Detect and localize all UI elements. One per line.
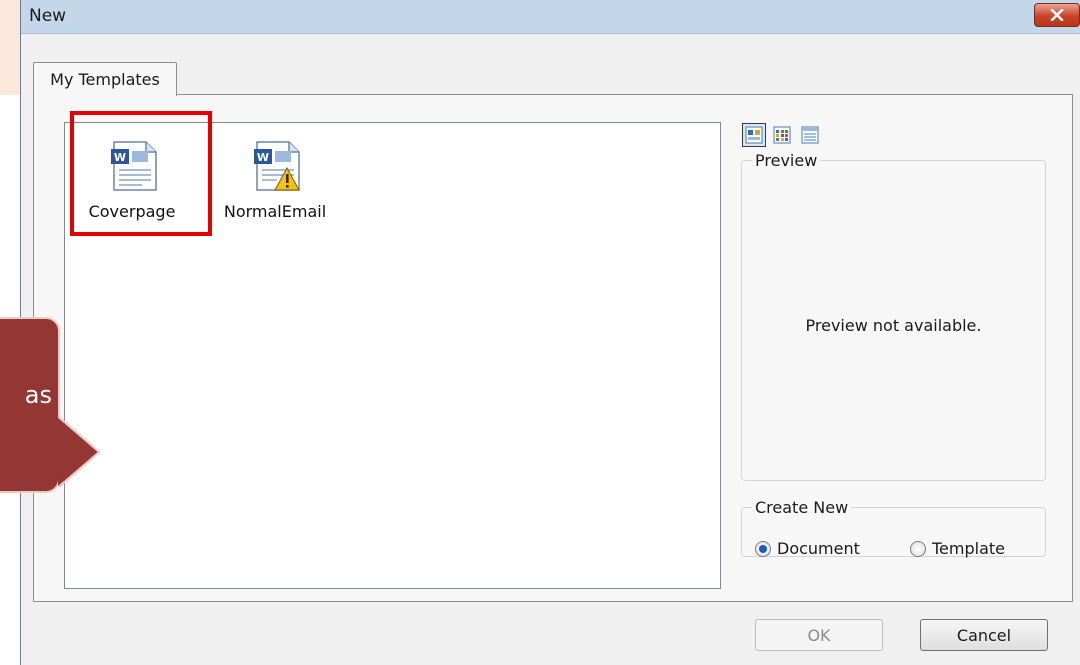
template-item-normalemail[interactable]: W NormalEmail — [215, 128, 335, 228]
callout-pointer — [58, 416, 101, 488]
document-radio[interactable] — [755, 540, 771, 557]
callout-text: as — [24, 381, 52, 409]
template-item-coverpage[interactable]: W Coverpage — [70, 111, 212, 236]
selection-highlight — [70, 111, 212, 236]
template-list[interactable]: W Coverpage W NormalEmail — [64, 111, 721, 589]
ok-button[interactable]: OK — [755, 619, 883, 651]
dialog-titlebar[interactable]: New — [21, 0, 1080, 34]
template-radio-label: Template — [932, 539, 1006, 558]
details-view-button[interactable] — [798, 123, 822, 147]
details-view-icon — [801, 126, 819, 144]
list-view-button[interactable] — [770, 123, 794, 147]
close-icon — [1050, 9, 1064, 21]
template-label: NormalEmail — [223, 202, 327, 221]
word-email-template-icon: W — [254, 141, 300, 191]
dialog-body: My Templates W Coverpage W NormalEmail P… — [21, 34, 1080, 665]
document-radio-label: Document — [777, 539, 860, 558]
preview-group: Preview Preview not available. — [741, 151, 1046, 481]
large-icons-view-icon — [745, 126, 763, 144]
create-new-group: Create New Document Template — [741, 498, 1046, 558]
document-radio-option[interactable]: Document — [755, 539, 860, 558]
template-radio[interactable] — [910, 540, 926, 557]
callout-box: as — [0, 317, 60, 493]
list-view-icon — [773, 126, 791, 144]
cancel-button[interactable]: Cancel — [920, 619, 1048, 651]
large-icons-view-button[interactable] — [742, 123, 766, 147]
preview-message: Preview not available. — [805, 316, 982, 335]
tab-panel: W Coverpage W NormalEmail Preview Previe… — [33, 94, 1073, 602]
svg-text:W: W — [257, 151, 269, 164]
view-mode-buttons — [742, 123, 822, 149]
template-radio-option[interactable]: Template — [910, 539, 1005, 558]
tab-my-templates[interactable]: My Templates — [33, 62, 177, 96]
close-button[interactable] — [1034, 3, 1080, 27]
dialog-title: New — [29, 6, 67, 26]
new-document-dialog: New My Templates W Coverpage W NormalEma… — [20, 0, 1080, 665]
create-new-legend: Create New — [755, 498, 849, 517]
preview-legend: Preview — [755, 151, 818, 170]
